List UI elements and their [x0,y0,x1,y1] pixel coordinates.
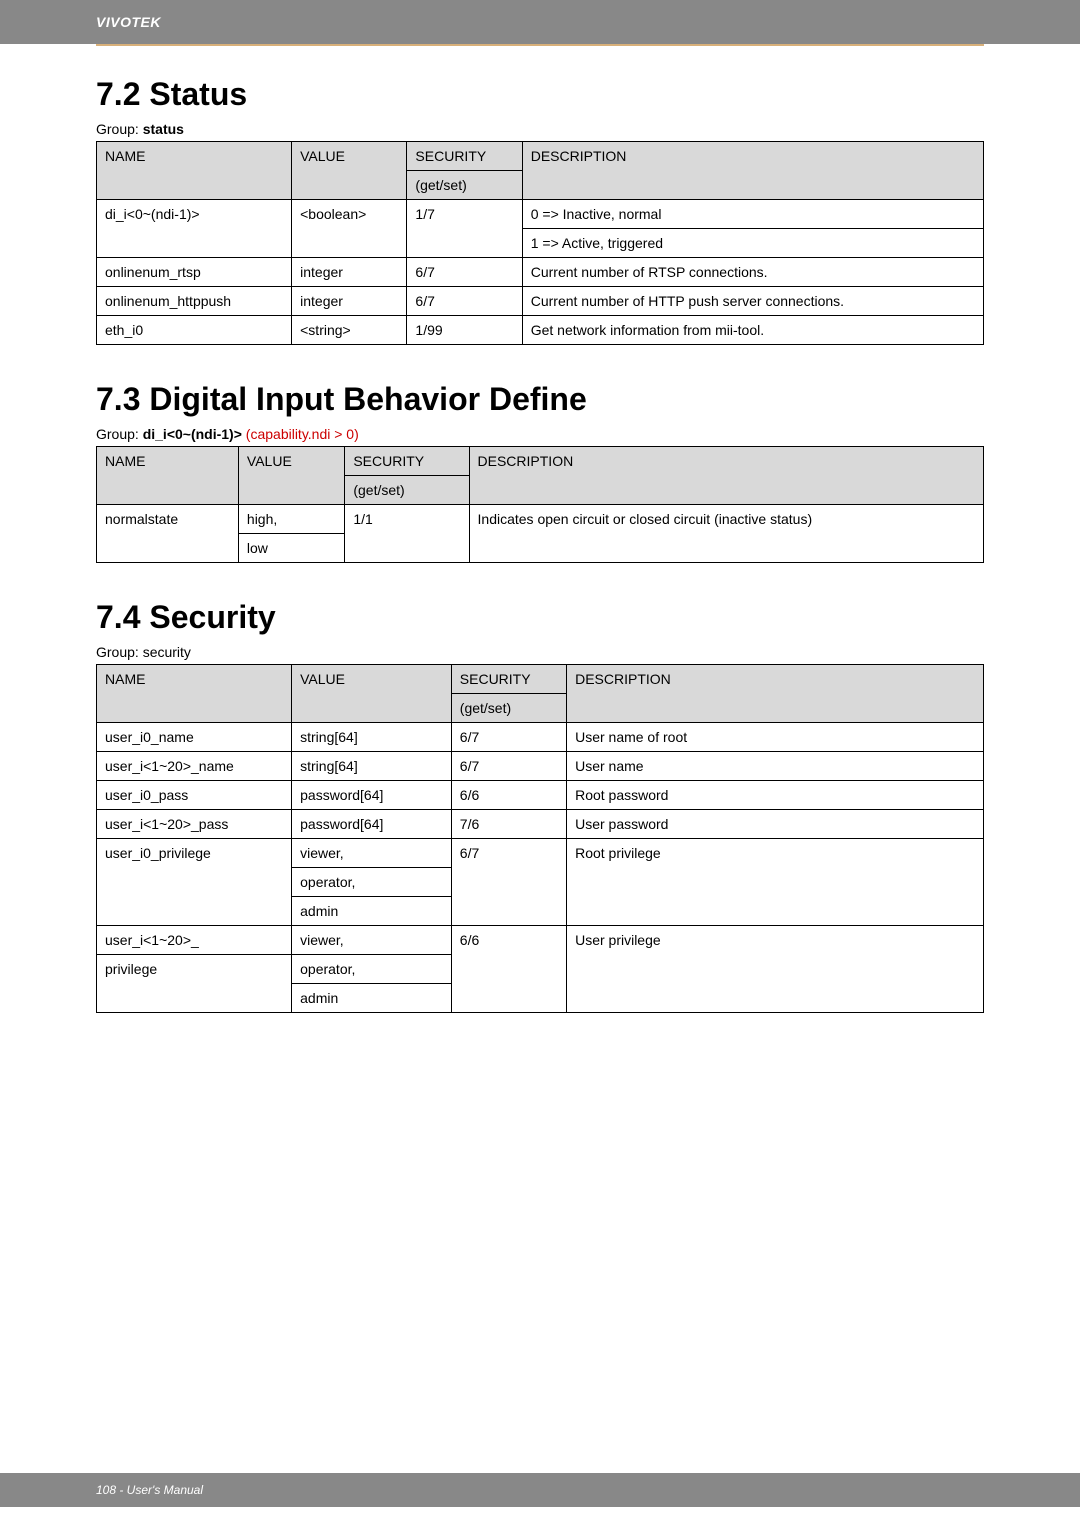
table-header-row: NAME VALUE SECURITY DESCRIPTION [97,447,984,476]
section-title-7-3: 7.3 Digital Input Behavior Define [96,381,984,418]
cell-desc: 0 => Inactive, normal [522,200,983,229]
cell-name: di_i<0~(ndi-1)> [97,200,292,258]
table-row: user_i0_privilege viewer, 6/7 Root privi… [97,839,984,868]
cell-sec: 6/7 [407,287,522,316]
col-security-sub: (get/set) [451,694,566,723]
cell-value: password[64] [292,781,452,810]
table-row: eth_i0 <string> 1/99 Get network informa… [97,316,984,345]
page-header: VIVOTEK [0,0,1080,44]
cell-value: <string> [292,316,407,345]
cell-value: string[64] [292,752,452,781]
table-row: onlinenum_httppush integer 6/7 Current n… [97,287,984,316]
cell-sec: 6/7 [451,752,566,781]
cell-desc: 1 => Active, triggered [522,229,983,258]
cell-name: user_i<1~20>_name [97,752,292,781]
cell-name: user_i<1~20>_pass [97,810,292,839]
col-security: SECURITY [451,665,566,694]
section-title-7-4: 7.4 Security [96,599,984,636]
page-footer: 108 - User's Manual [0,1473,1080,1507]
group-name: di_i<0~(ndi-1)> [143,426,242,442]
cell-name: normalstate [97,505,239,563]
table-7-4: NAME VALUE SECURITY DESCRIPTION (get/set… [96,664,984,1013]
cell-value: string[64] [292,723,452,752]
col-description: DESCRIPTION [469,447,983,505]
cell-desc: Indicates open circuit or closed circuit… [469,505,983,563]
cell-name: onlinenum_httppush [97,287,292,316]
table-row: user_i<1~20>_name string[64] 6/7 User na… [97,752,984,781]
table-row: normalstate high, 1/1 Indicates open cir… [97,505,984,534]
cell-value: admin [292,897,452,926]
table-row: user_i<1~20>_ viewer, 6/6 User privilege [97,926,984,955]
group-line-7-2: Group: status [96,121,984,137]
cell-value: viewer, [292,839,452,868]
cell-value: <boolean> [292,200,407,258]
cell-desc: Root privilege [567,839,984,926]
cell-value: admin [292,984,452,1013]
cell-value: low [238,534,344,563]
col-security: SECURITY [407,142,522,171]
group-prefix: Group: [96,426,143,442]
cell-name: user_i0_name [97,723,292,752]
group-name: status [143,121,184,137]
cell-value: integer [292,287,407,316]
cell-sec: 6/6 [451,781,566,810]
col-name: NAME [97,447,239,505]
col-security-sub: (get/set) [407,171,522,200]
col-value: VALUE [292,665,452,723]
cell-value: integer [292,258,407,287]
cell-name: onlinenum_rtsp [97,258,292,287]
cell-name: user_i0_pass [97,781,292,810]
table-7-3: NAME VALUE SECURITY DESCRIPTION (get/set… [96,446,984,563]
cell-desc: User name [567,752,984,781]
group-prefix: Group: [96,121,143,137]
cell-value: operator, [292,868,452,897]
section-title-7-2: 7.2 Status [96,76,984,113]
cell-name: eth_i0 [97,316,292,345]
cell-name: user_i0_privilege [97,839,292,926]
col-description: DESCRIPTION [567,665,984,723]
cell-desc: User password [567,810,984,839]
col-value: VALUE [292,142,407,200]
cell-sec: 6/6 [451,926,566,1013]
group-line-7-3: Group: di_i<0~(ndi-1)> (capability.ndi >… [96,426,984,442]
cell-sec: 7/6 [451,810,566,839]
table-header-row: NAME VALUE SECURITY DESCRIPTION [97,142,984,171]
col-security-sub: (get/set) [345,476,469,505]
cell-sec: 6/7 [451,723,566,752]
cell-sec: 1/1 [345,505,469,563]
col-name: NAME [97,665,292,723]
page-content: 7.2 Status Group: status NAME VALUE SECU… [0,46,1080,1013]
table-row: user_i0_name string[64] 6/7 User name of… [97,723,984,752]
col-description: DESCRIPTION [522,142,983,200]
cell-value: high, [238,505,344,534]
cell-desc: Root password [567,781,984,810]
brand-label: VIVOTEK [96,14,161,30]
table-row: user_i<1~20>_pass password[64] 7/6 User … [97,810,984,839]
col-value: VALUE [238,447,344,505]
cell-name: user_i<1~20>_ [97,926,292,955]
group-condition: (capability.ndi > 0) [242,426,359,442]
cell-value: operator, [292,955,452,984]
cell-name: privilege [97,955,292,1013]
cell-sec: 6/7 [407,258,522,287]
cell-sec: 1/99 [407,316,522,345]
cell-value: password[64] [292,810,452,839]
cell-desc: Current number of HTTP push server conne… [522,287,983,316]
cell-value: viewer, [292,926,452,955]
col-security: SECURITY [345,447,469,476]
footer-text: 108 - User's Manual [96,1483,203,1497]
cell-desc: User privilege [567,926,984,1013]
table-7-2: NAME VALUE SECURITY DESCRIPTION (get/set… [96,141,984,345]
table-row: user_i0_pass password[64] 6/6 Root passw… [97,781,984,810]
table-header-row: NAME VALUE SECURITY DESCRIPTION [97,665,984,694]
table-row: di_i<0~(ndi-1)> <boolean> 1/7 0 => Inact… [97,200,984,229]
cell-desc: Get network information from mii-tool. [522,316,983,345]
table-row: onlinenum_rtsp integer 6/7 Current numbe… [97,258,984,287]
cell-desc: User name of root [567,723,984,752]
cell-sec: 1/7 [407,200,522,258]
group-line-7-4: Group: security [96,644,984,660]
col-name: NAME [97,142,292,200]
cell-sec: 6/7 [451,839,566,926]
cell-desc: Current number of RTSP connections. [522,258,983,287]
